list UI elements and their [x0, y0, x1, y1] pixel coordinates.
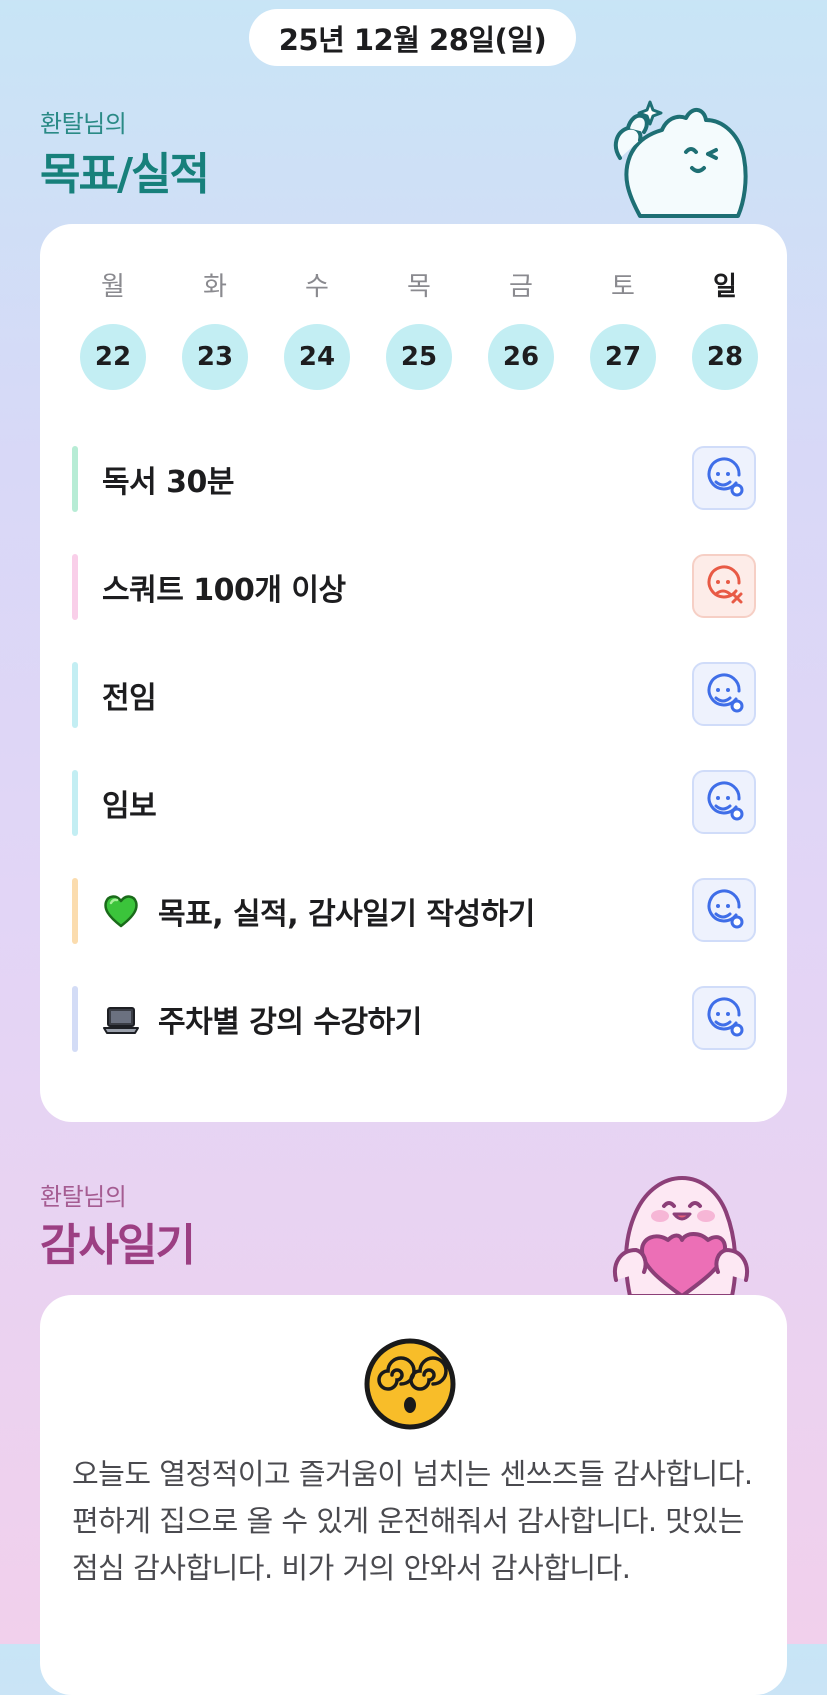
dizzy-face-icon — [364, 1338, 456, 1430]
smile-face-icon — [707, 997, 744, 1037]
mascot-heart-icon — [613, 1176, 749, 1296]
goal-color-bar — [72, 878, 78, 944]
gratitude-title: 감사일기 — [40, 1220, 196, 1271]
goal-item[interactable]: 스쿼트 100개 이상 — [72, 554, 756, 620]
goals-card: 월 22 화 23 수 24 목 25 금 26 토 27 일 28 독서 30… — [40, 224, 787, 1122]
goal-label-text: 주차별 강의 수강하기 — [158, 1005, 422, 1040]
mascot-thumbsup-icon — [613, 100, 748, 218]
day-column[interactable]: 토 27 — [572, 270, 674, 390]
goal-list: 독서 30분 스쿼트 100개 이상 전임 임보 목표, 실적, 감사일기 작성… — [72, 446, 756, 1094]
goal-item[interactable]: 임보 — [72, 770, 756, 836]
day-name: 금 — [509, 272, 533, 302]
day-number[interactable]: 27 — [590, 324, 656, 390]
goal-label-text: 전임 — [102, 681, 157, 716]
laptop-icon — [103, 1007, 139, 1034]
smile-face-icon — [707, 457, 744, 497]
gratitude-subtitle: 환탈님의 — [40, 1183, 127, 1211]
goal-color-bar — [72, 554, 78, 620]
goal-item[interactable]: 주차별 강의 수강하기 — [72, 986, 756, 1052]
goal-label: 스쿼트 100개 이상 — [102, 565, 346, 609]
goal-status-button[interactable] — [692, 662, 756, 726]
day-column-today[interactable]: 일 28 — [674, 270, 776, 390]
goal-color-bar — [72, 446, 78, 512]
goal-label: 주차별 강의 수강하기 — [102, 997, 422, 1041]
goal-item[interactable]: 전임 — [72, 662, 756, 728]
day-name: 월 — [101, 272, 125, 302]
goal-status-button[interactable] — [692, 446, 756, 510]
smile-face-icon — [707, 673, 744, 713]
goals-title: 목표/실적 — [40, 149, 210, 200]
day-name: 목 — [407, 272, 431, 302]
goal-status-button[interactable] — [692, 770, 756, 834]
day-number[interactable]: 22 — [80, 324, 146, 390]
day-column[interactable]: 화 23 — [164, 270, 266, 390]
goal-color-bar — [72, 770, 78, 836]
goal-label-text: 임보 — [102, 789, 157, 824]
week-strip: 월 22 화 23 수 24 목 25 금 26 토 27 일 28 — [62, 270, 776, 390]
day-number[interactable]: 23 — [182, 324, 248, 390]
day-name: 화 — [203, 272, 227, 302]
smile-face-icon — [707, 781, 744, 821]
goal-item[interactable]: 목표, 실적, 감사일기 작성하기 — [72, 878, 756, 944]
day-column[interactable]: 월 22 — [62, 270, 164, 390]
day-name: 토 — [611, 272, 635, 302]
day-column[interactable]: 목 25 — [368, 270, 470, 390]
sad-face-icon — [707, 565, 743, 604]
day-column[interactable]: 금 26 — [470, 270, 572, 390]
gratitude-card: 오늘도 열정적이고 즐거움이 넘치는 센쓰즈들 감사합니다. 편하게 집으로 올… — [40, 1295, 787, 1695]
day-number[interactable]: 26 — [488, 324, 554, 390]
day-column[interactable]: 수 24 — [266, 270, 368, 390]
goal-status-button[interactable] — [692, 878, 756, 942]
goal-label: 전임 — [102, 673, 157, 717]
green-heart-icon — [104, 895, 138, 928]
goal-label: 목표, 실적, 감사일기 작성하기 — [102, 889, 535, 933]
goal-status-button[interactable] — [692, 986, 756, 1050]
goal-label-text: 독서 30분 — [102, 465, 235, 500]
goal-label: 임보 — [102, 781, 157, 825]
smile-face-icon — [707, 889, 744, 929]
day-number-today[interactable]: 28 — [692, 324, 758, 390]
date-header[interactable]: 25년 12월 28일(일) — [249, 9, 576, 66]
goal-item[interactable]: 독서 30분 — [72, 446, 756, 512]
goal-label-text: 스쿼트 100개 이상 — [102, 573, 346, 608]
goals-subtitle: 환탈님의 — [40, 110, 127, 138]
day-number[interactable]: 25 — [386, 324, 452, 390]
day-name: 수 — [305, 272, 329, 302]
goal-color-bar — [72, 986, 78, 1052]
goal-label: 독서 30분 — [102, 457, 235, 501]
gratitude-text: 오늘도 열정적이고 즐거움이 넘치는 센쓰즈들 감사합니다. 편하게 집으로 올… — [72, 1457, 753, 1585]
day-name-today: 일 — [713, 272, 737, 302]
goal-status-button[interactable] — [692, 554, 756, 618]
day-number[interactable]: 24 — [284, 324, 350, 390]
goal-label-text: 목표, 실적, 감사일기 작성하기 — [158, 897, 535, 932]
goal-color-bar — [72, 662, 78, 728]
